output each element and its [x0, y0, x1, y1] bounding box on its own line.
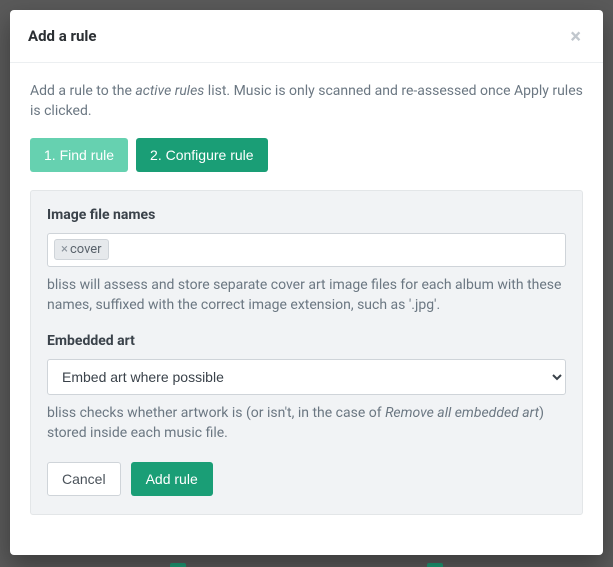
step-configure-rule[interactable]: 2. Configure rule — [136, 138, 268, 172]
embedded-art-help-prefix: bliss checks whether artwork is (or isn'… — [47, 405, 385, 421]
remove-token-icon[interactable]: × — [61, 242, 68, 257]
image-file-names-input[interactable]: ×cover — [47, 233, 566, 267]
background-chip — [427, 563, 443, 567]
embedded-art-help: bliss checks whether artwork is (or isn'… — [47, 403, 566, 444]
wizard-steps: 1. Find rule 2. Configure rule — [30, 138, 583, 172]
modal-body: Add a rule to the active rules list. Mus… — [10, 63, 603, 535]
panel-actions: Cancel Add rule — [47, 462, 566, 496]
intro-prefix: Add a rule to the — [30, 83, 135, 99]
intro-text: Add a rule to the active rules list. Mus… — [30, 81, 583, 122]
embedded-art-help-emphasis: Remove all embedded art — [385, 405, 539, 421]
image-file-names-help: bliss will assess and store separate cov… — [47, 275, 566, 316]
embedded-art-label: Embedded art — [47, 333, 566, 349]
modal-backdrop: Add a rule × Add a rule to the active ru… — [0, 0, 613, 567]
step-find-rule[interactable]: 1. Find rule — [30, 138, 128, 172]
modal-header: Add a rule × — [10, 10, 603, 63]
intro-emphasis: active rules — [135, 83, 204, 99]
background-hint-chips — [0, 563, 613, 567]
add-rule-button[interactable]: Add rule — [131, 462, 213, 496]
close-icon[interactable]: × — [566, 24, 585, 48]
background-chip — [170, 563, 186, 567]
modal-title: Add a rule — [28, 27, 96, 45]
add-rule-modal: Add a rule × Add a rule to the active ru… — [10, 10, 603, 555]
filename-token[interactable]: ×cover — [54, 239, 109, 260]
embedded-art-select[interactable]: Embed art where possible — [47, 359, 566, 395]
cancel-button[interactable]: Cancel — [47, 462, 121, 496]
image-file-names-label: Image file names — [47, 207, 566, 223]
configure-panel: Image file names ×cover bliss will asses… — [30, 190, 583, 515]
filename-token-text: cover — [70, 242, 102, 257]
